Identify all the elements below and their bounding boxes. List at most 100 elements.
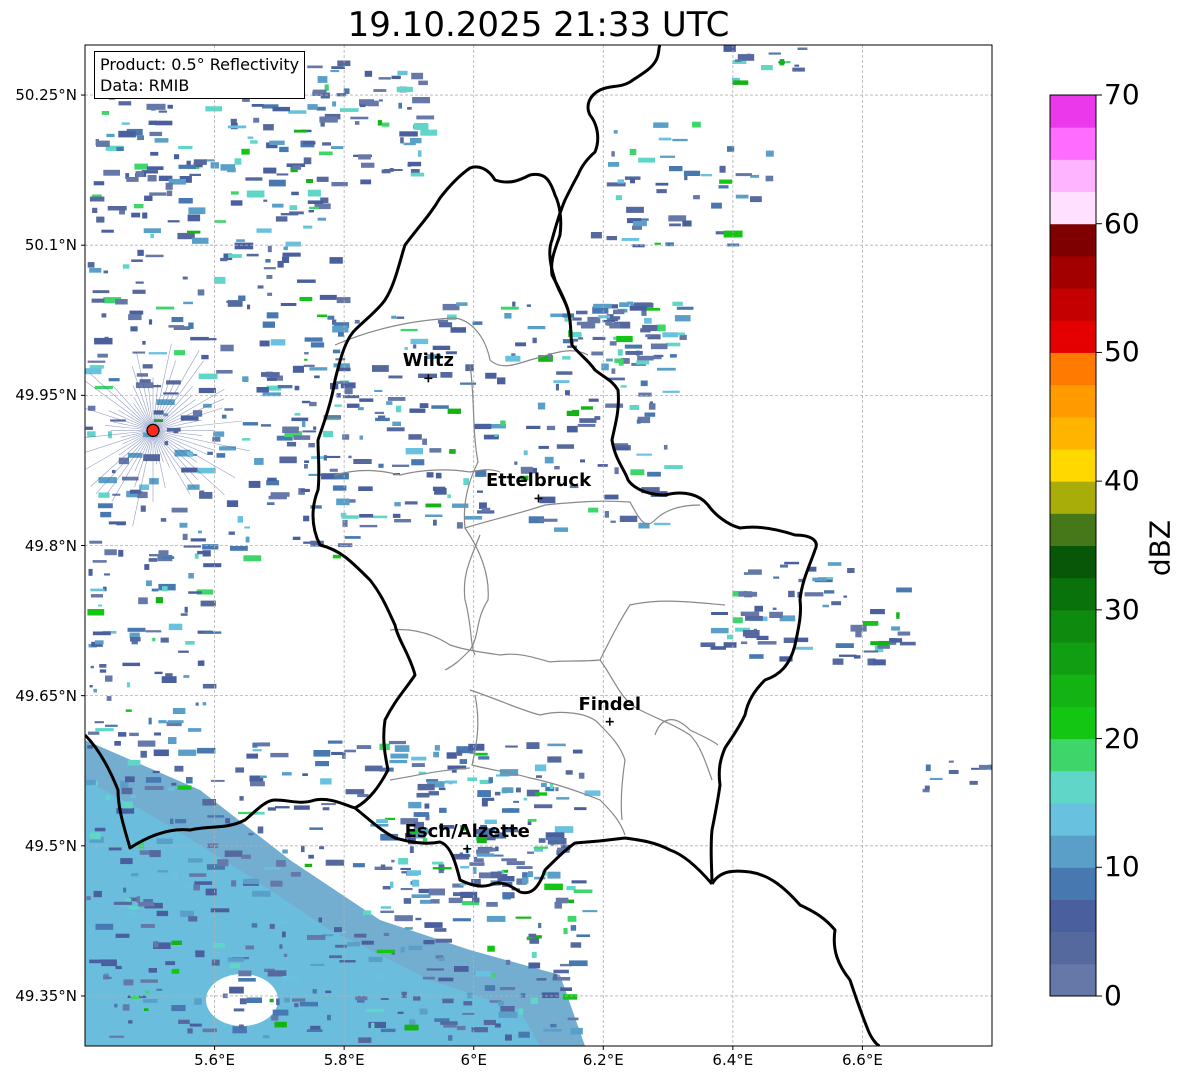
echo-cell <box>104 573 110 576</box>
echo-cell <box>494 434 498 437</box>
echo-cell <box>235 767 244 773</box>
echo-cell <box>276 998 280 1006</box>
echo-cell <box>446 752 457 759</box>
echo-cell <box>827 562 842 566</box>
lat-tick-label: 49.95°N <box>15 386 77 405</box>
echo-cell <box>535 792 548 796</box>
echo-cell <box>460 891 478 898</box>
echo-cell <box>304 464 308 469</box>
echo-cell <box>299 296 313 301</box>
echo-cell <box>391 75 401 80</box>
colorbar-segment <box>1050 416 1096 450</box>
colorbar-segment <box>1050 288 1096 321</box>
echo-cell <box>312 989 317 994</box>
echo-cell <box>412 97 430 104</box>
echo-cell <box>180 613 188 616</box>
radar-site-marker <box>146 423 160 437</box>
echo-cell <box>638 157 655 163</box>
echo-cell <box>171 507 188 513</box>
echo-cell <box>98 492 110 498</box>
echo-cell <box>148 968 157 973</box>
echo-cell <box>152 770 160 774</box>
echo-cell <box>500 1006 515 1012</box>
echo-cell <box>630 469 645 476</box>
echo-cell <box>302 773 308 776</box>
echo-cell <box>308 854 314 859</box>
colorbar-segment <box>1050 255 1096 289</box>
echo-cell <box>283 246 288 251</box>
echo-cell <box>239 998 247 1005</box>
echo-cell <box>131 259 143 262</box>
echo-cell <box>161 676 177 683</box>
echo-cell <box>263 267 276 270</box>
echo-cell <box>780 564 788 568</box>
echo-cell <box>377 120 383 126</box>
echo-cell <box>418 373 437 378</box>
echo-cell <box>502 808 520 813</box>
echo-cell <box>253 117 260 123</box>
echo-cell <box>544 456 554 464</box>
echo-cell <box>467 777 478 782</box>
echo-cell <box>210 908 230 913</box>
echo-cell <box>863 650 879 653</box>
echo-cell <box>322 142 331 146</box>
echo-cell <box>500 306 519 310</box>
colorbar-tick-label: 50 <box>1104 335 1140 369</box>
echo-cell <box>383 932 390 936</box>
echo-cell <box>554 826 574 833</box>
echo-cell <box>426 968 444 971</box>
echo-cell <box>553 380 570 383</box>
echo-cell <box>567 1017 579 1021</box>
echo-cell <box>410 172 425 177</box>
echo-cell <box>332 101 337 107</box>
echo-cell <box>228 531 235 535</box>
echo-cell <box>171 940 182 945</box>
echo-cell <box>556 444 574 449</box>
echo-cell <box>137 740 156 747</box>
echo-cell <box>614 358 623 363</box>
echo-cell <box>553 969 569 974</box>
echo-cell <box>606 236 617 241</box>
echo-cell <box>629 148 637 155</box>
echo-cell <box>756 635 769 640</box>
echo-cell <box>315 761 329 767</box>
echo-cell <box>711 612 728 615</box>
echo-cell <box>792 67 805 72</box>
echo-cell <box>86 896 91 901</box>
echo-cell <box>424 922 443 928</box>
echo-cell <box>178 145 193 149</box>
echo-cell <box>172 708 186 714</box>
echo-cell <box>872 659 886 666</box>
echo-cell <box>227 957 245 962</box>
echo-cell <box>735 173 752 177</box>
echo-cell <box>896 612 900 619</box>
echo-cell <box>103 270 109 274</box>
echo-cell <box>494 791 501 796</box>
echo-cell <box>292 165 302 170</box>
echo-cell <box>329 955 342 959</box>
map-canvas[interactable] <box>0 0 1184 1081</box>
echo-cell <box>428 791 439 796</box>
lat-tick-label: 50.25°N <box>15 86 77 105</box>
echo-cell <box>190 538 206 542</box>
echo-cell <box>89 832 101 840</box>
echo-cell <box>419 899 432 904</box>
echo-cell <box>870 609 885 615</box>
echo-cell <box>344 749 356 753</box>
echo-cell <box>374 411 384 414</box>
echo-cell <box>94 827 106 832</box>
echo-cell <box>336 951 344 954</box>
echo-cell <box>178 164 196 169</box>
echo-cell <box>283 953 288 957</box>
echo-cell <box>174 350 185 356</box>
echo-cell <box>555 383 559 391</box>
echo-cell <box>282 256 290 263</box>
echo-cell <box>233 1008 245 1012</box>
echo-cell <box>483 1019 496 1025</box>
echo-cell <box>122 1004 130 1011</box>
echo-cell <box>516 787 521 793</box>
echo-cell <box>364 765 383 772</box>
echo-cell <box>450 327 466 333</box>
echo-cell <box>252 890 271 897</box>
echo-cell <box>563 928 568 935</box>
